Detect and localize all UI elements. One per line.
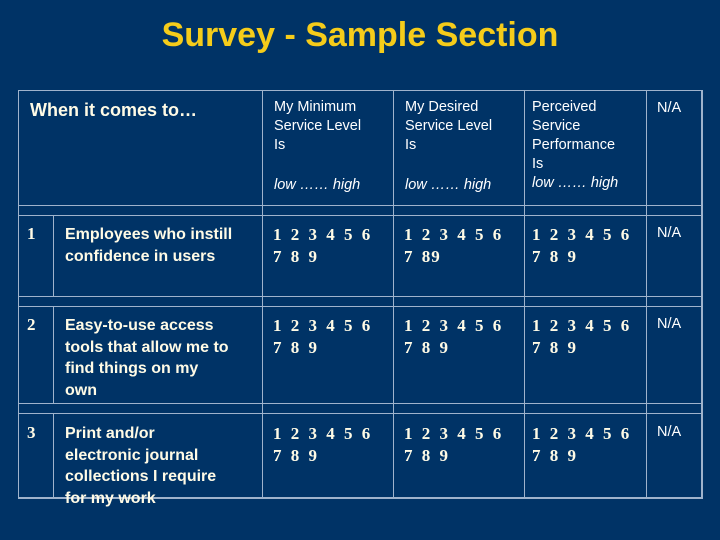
desc-col-divider: [262, 90, 263, 498]
rating-options-line[interactable]: 7 8 9: [532, 246, 630, 268]
row-description-line: confidence in users: [65, 247, 216, 265]
na-option[interactable]: N/A: [657, 423, 681, 442]
header-desired-line: My Desired: [405, 99, 479, 115]
rating-options-line[interactable]: 1 2 3 4 5 6: [273, 224, 371, 246]
rating-options-line[interactable]: 1 2 3 4 5 6: [532, 423, 630, 445]
table-border-left: [18, 90, 19, 498]
header-min-line: Is: [274, 137, 286, 153]
desired-col-divider: [524, 90, 525, 498]
slide-title: Survey - Sample Section: [161, 16, 559, 54]
header-desired-line: Service Level: [405, 118, 493, 134]
perceived-rating-scale[interactable]: 1 2 3 4 5 6 7 8 9: [532, 315, 630, 358]
table-border-right: [701, 90, 703, 499]
row-description: Print and/or electronic journal collecti…: [65, 423, 216, 509]
rating-options-line[interactable]: 7 8 9: [273, 445, 371, 467]
row-description-line: find things on my: [65, 360, 199, 377]
header-na: N/A: [657, 100, 682, 116]
row2-bottom-line: [18, 403, 703, 404]
min-rating-scale[interactable]: 1 2 3 4 5 6 7 8 9: [273, 224, 371, 267]
row-description-line: electronic journal: [65, 446, 199, 464]
min-rating-scale[interactable]: 1 2 3 4 5 6 7 8 9: [273, 315, 371, 358]
desired-rating-scale[interactable]: 1 2 3 4 5 6 7 8 9: [404, 423, 502, 466]
row-description-line: for my work: [65, 489, 156, 507]
row-description-line: tools that allow me to: [65, 338, 229, 356]
header-desired-line: Is: [405, 137, 417, 153]
perceived-col-divider: [646, 90, 647, 498]
rating-options-line[interactable]: 1 2 3 4 5 6: [404, 315, 502, 337]
header-when-it-comes-to: When it comes to…: [30, 100, 198, 120]
header-desired-scale-label: low …… high: [405, 177, 492, 193]
rating-options-line[interactable]: 7 8 9: [404, 337, 502, 359]
row-description-line: Employees who instill: [65, 226, 233, 243]
perceived-rating-scale[interactable]: 1 2 3 4 5 6 7 8 9: [532, 224, 630, 267]
header-min-line: My Minimum: [274, 99, 357, 115]
perceived-rating-scale[interactable]: 1 2 3 4 5 6 7 8 9: [532, 423, 630, 466]
desired-rating-scale[interactable]: 1 2 3 4 5 6 7 8 9: [404, 315, 502, 358]
min-rating-scale[interactable]: 1 2 3 4 5 6 7 8 9: [273, 423, 371, 466]
row-description: Easy-to-use access tools that allow me t…: [65, 315, 229, 401]
min-col-divider: [393, 90, 394, 498]
rating-options-line[interactable]: 7 8 9: [532, 445, 630, 467]
header-perceived-service-performance: Perceived Service Performance Is low …… …: [532, 98, 618, 193]
header-min-line: Service Level: [274, 118, 362, 134]
desired-rating-scale[interactable]: 1 2 3 4 5 6 7 89: [404, 224, 502, 267]
header-perceived-line: Perceived: [532, 99, 597, 115]
row-number: 2: [27, 315, 36, 334]
rating-options-line[interactable]: 1 2 3 4 5 6: [404, 423, 502, 445]
row1-top-line: [18, 215, 703, 216]
header-desired-service-level: My Desired Service Level Is: [405, 98, 492, 155]
num-col-divider-row1: [53, 215, 54, 297]
header-min-scale-label: low …… high: [274, 177, 361, 193]
rating-options-line[interactable]: 7 8 9: [404, 445, 502, 467]
rating-options-line[interactable]: 1 2 3 4 5 6: [404, 224, 502, 246]
row-number: 3: [27, 423, 36, 442]
header-perceived-line: Service: [532, 118, 581, 134]
rating-options-line[interactable]: 1 2 3 4 5 6: [532, 224, 630, 246]
row-description-line: collections I require: [65, 468, 217, 485]
rating-options-line[interactable]: 7 8 9: [273, 337, 371, 359]
header-minimum-service-level: My Minimum Service Level Is: [274, 98, 361, 155]
row3-top-line: [18, 413, 703, 414]
rating-options-line[interactable]: 7 8 9: [532, 337, 630, 359]
rating-options-line[interactable]: 1 2 3 4 5 6: [273, 423, 371, 445]
header-perceived-line: Is: [532, 156, 544, 172]
na-option[interactable]: N/A: [657, 224, 681, 243]
header-bottom-line: [18, 205, 703, 206]
rating-options-line[interactable]: 1 2 3 4 5 6: [532, 315, 630, 337]
header-perceived-scale-label: low …… high: [532, 175, 619, 191]
rating-options-line[interactable]: 7 89: [404, 246, 502, 268]
row2-top-line: [18, 306, 703, 307]
row-description-line: Easy-to-use access: [65, 317, 214, 334]
num-col-divider-row2: [53, 306, 54, 404]
table-border-top: [18, 90, 703, 91]
row-description-line: Print and/or: [65, 425, 155, 442]
row-description-line: own: [65, 381, 97, 399]
row1-bottom-line: [18, 296, 703, 297]
num-col-divider-row3: [53, 413, 54, 498]
rating-options-line[interactable]: 7 8 9: [273, 246, 371, 268]
na-option[interactable]: N/A: [657, 315, 681, 334]
row-description: Employees who instill confidence in user…: [65, 224, 232, 267]
row-number: 1: [27, 224, 36, 243]
header-perceived-line: Performance: [532, 137, 616, 153]
rating-options-line[interactable]: 1 2 3 4 5 6: [273, 315, 371, 337]
